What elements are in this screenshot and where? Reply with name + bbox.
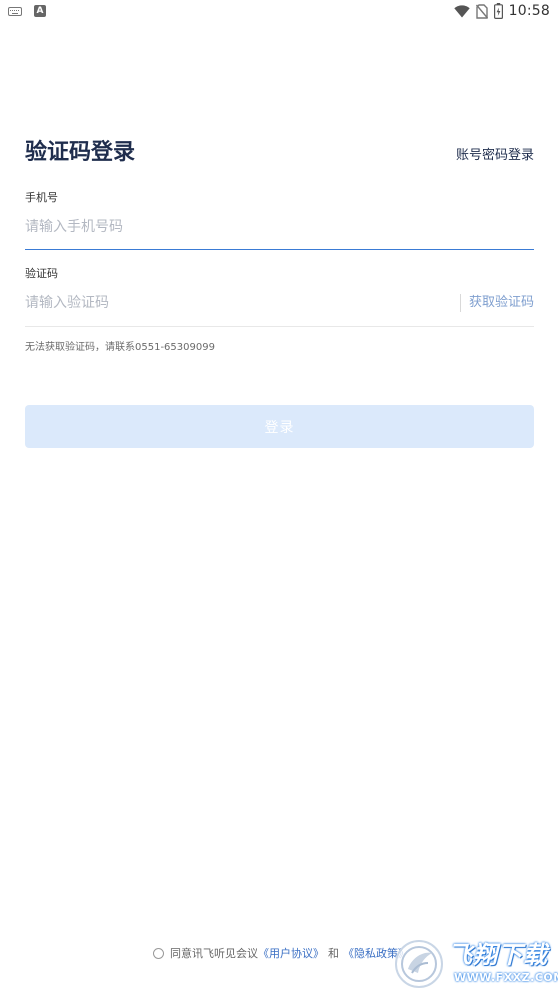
agreement: 同意讯飞听见会议 《用户协议》 和 《隐私政策》 xyxy=(153,944,409,962)
wifi-icon xyxy=(453,4,470,17)
agreement-and: 和 xyxy=(328,947,339,960)
password-login-link[interactable]: 账号密码登录 xyxy=(456,146,534,166)
phone-input[interactable] xyxy=(25,215,533,239)
watermark-url: WWW.FXXZ.COM xyxy=(454,971,558,984)
battery-icon xyxy=(493,3,503,19)
status-bar: A 10:58 xyxy=(0,0,558,22)
page-title: 验证码登录 xyxy=(25,140,136,165)
help-text: 无法获取验证码，请联系0551-65309099 xyxy=(25,342,215,353)
watermark: 飞翔下载 WWW.FXXZ.COM xyxy=(394,939,558,991)
code-label: 验证码 xyxy=(25,267,58,280)
code-divider xyxy=(460,294,461,312)
phone-underline xyxy=(25,249,534,250)
keyboard-icon xyxy=(8,6,22,16)
watermark-logo-icon xyxy=(395,940,443,988)
get-code-button[interactable]: 获取验证码 xyxy=(469,294,534,312)
watermark-title: 飞翔下载 xyxy=(448,941,548,969)
phone-label: 手机号 xyxy=(25,191,58,204)
verification-code-input[interactable] xyxy=(25,291,445,315)
login-button[interactable]: 登录 xyxy=(25,405,534,448)
agreement-prefix: 同意讯飞听见会议 xyxy=(170,947,258,960)
status-right: 10:58 xyxy=(453,2,550,20)
status-left: A xyxy=(8,3,46,19)
status-time: 10:58 xyxy=(508,3,550,19)
a-badge: A xyxy=(34,5,46,17)
user-agreement-link[interactable]: 《用户协议》 xyxy=(258,945,324,961)
agree-radio[interactable] xyxy=(153,947,164,959)
no-sim-icon xyxy=(475,3,488,19)
code-underline xyxy=(25,326,534,327)
